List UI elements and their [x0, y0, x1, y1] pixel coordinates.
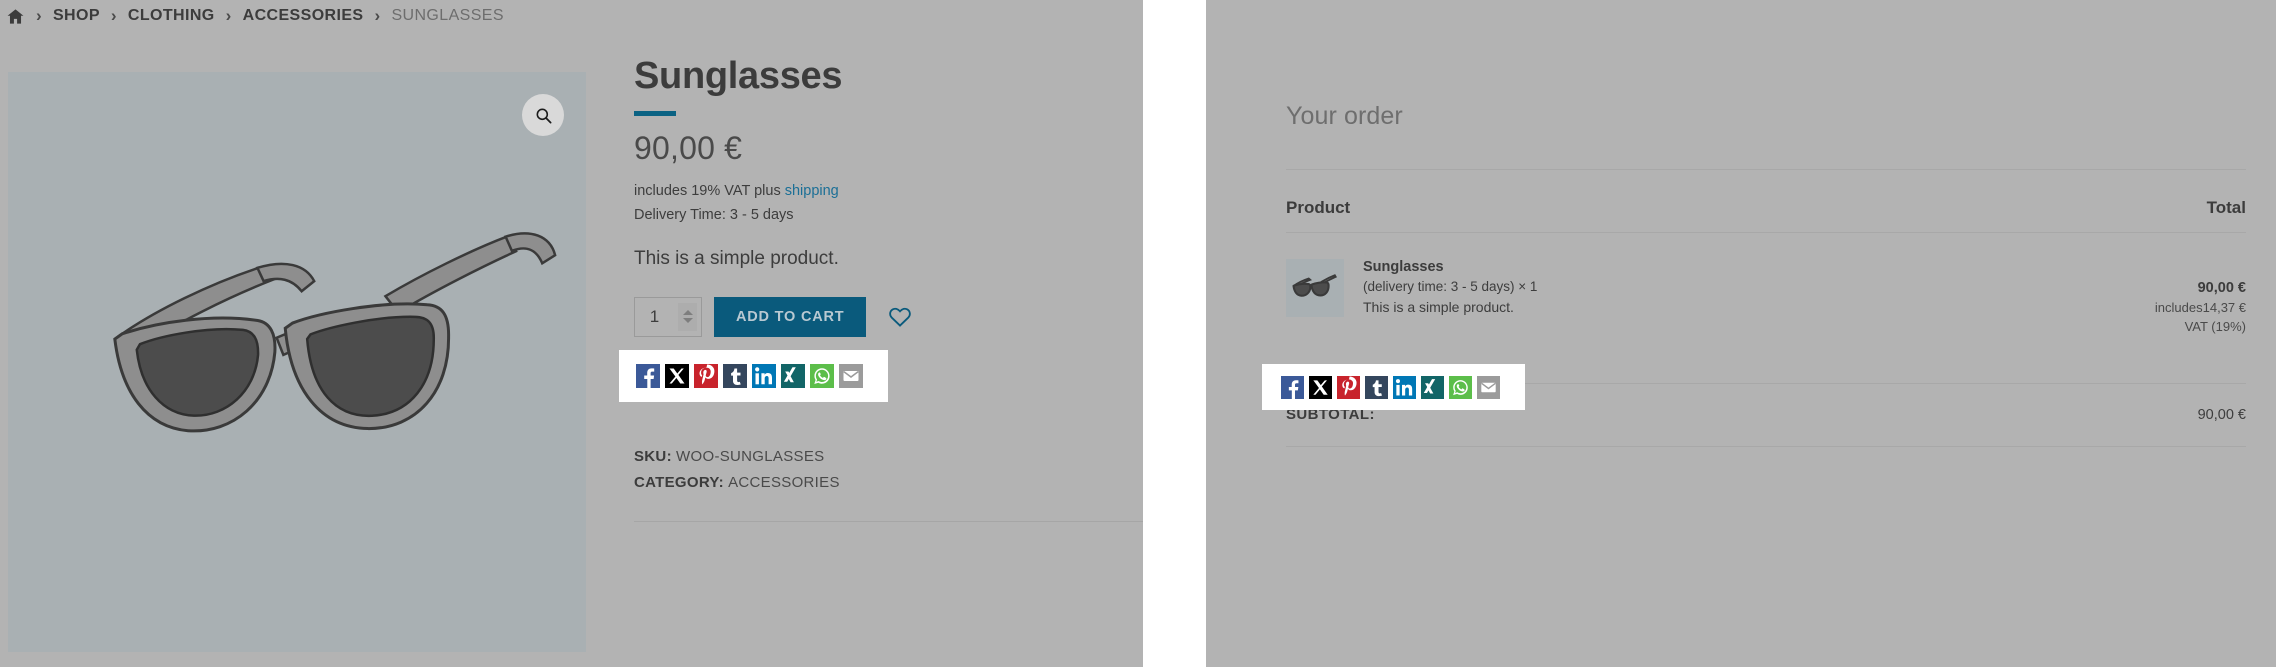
x-twitter-share-icon[interactable] [1309, 375, 1332, 399]
tumblr-share-icon[interactable] [723, 364, 747, 388]
cart-controls: 1 ADD TO CART [634, 296, 1134, 337]
breadcrumb-separator: › [110, 6, 117, 25]
title-underline [634, 110, 676, 116]
product-price: 90,00 € [634, 129, 743, 166]
email-share-icon[interactable] [839, 364, 863, 388]
order-item-price: 90,00 € includes14,37 € VAT (19%) [2155, 259, 2246, 337]
meta-divider [634, 521, 1143, 522]
column-header-total: Total [2206, 198, 2246, 217]
whatsapp-share-icon[interactable] [810, 364, 834, 388]
subtotal-value: 90,00 € [2197, 406, 2246, 423]
tax-note-text: includes 19% VAT plus [634, 182, 785, 199]
sunglasses-thumbnail [1286, 259, 1344, 317]
quantity-spinner-icon[interactable] [678, 302, 697, 331]
product-summary: Sunglasses 90,00 € includes 19% VAT plus… [634, 55, 1134, 337]
order-item-text: Sunglasses (delivery time: 3 - 5 days) ×… [1363, 259, 1537, 317]
order-heading: Your order [1286, 102, 1403, 130]
whatsapp-share-icon[interactable] [1449, 375, 1472, 399]
order-item-total: 90,00 € [2197, 280, 2246, 296]
order-table-header: Product Total [1286, 170, 2246, 232]
quantity-stepper[interactable]: 1 [634, 296, 702, 337]
sunglasses-illustration [8, 72, 586, 652]
screenshot-root: › SHOP › CLOTHING › ACCESSORIES › SUNGLA… [0, 0, 2276, 667]
sku-label: SKU: [634, 448, 672, 465]
quantity-value[interactable]: 1 [635, 307, 678, 327]
order-item-vat-line1: includes14,37 € [2154, 300, 2246, 315]
category-label: CATEGORY: [634, 473, 724, 491]
order-item-variant: (delivery time: 3 - 5 days) × 1 [1363, 279, 1538, 294]
linkedin-share-icon[interactable] [752, 364, 776, 388]
breadcrumb-item-clothing[interactable]: CLOTHING [128, 7, 215, 25]
pinterest-share-icon[interactable] [694, 364, 718, 388]
page-title: Sunglasses [634, 55, 843, 97]
heart-icon[interactable] [888, 306, 912, 328]
facebook-share-icon[interactable] [636, 364, 660, 388]
breadcrumb-separator: › [36, 6, 42, 25]
share-buttons-checkout [1262, 364, 1525, 410]
xing-share-icon[interactable] [781, 364, 805, 388]
add-to-cart-button[interactable]: ADD TO CART [714, 296, 867, 337]
order-item-description: This is a simple product. [1363, 299, 1514, 315]
share-buttons-product [619, 350, 888, 402]
breadcrumb-item-accessories[interactable]: ACCESSORIES [243, 7, 364, 25]
category-row: CATEGORY: ACCESSORIES [634, 470, 840, 496]
xing-share-icon[interactable] [1421, 375, 1444, 399]
product-page-panel: › SHOP › CLOTHING › ACCESSORIES › SUNGLA… [0, 0, 1143, 667]
order-item-vat: includes14,37 € VAT (19%) [2155, 299, 2246, 337]
sku-value: WOO-SUNGLASSES [676, 448, 825, 465]
tax-note: includes 19% VAT plus shipping [634, 182, 1134, 202]
shipping-link[interactable]: shipping [785, 183, 839, 199]
breadcrumb-item-current: SUNGLASSES [391, 7, 504, 24]
product-meta: SKU: WOO-SUNGLASSES CATEGORY: ACCESSORIE… [634, 444, 840, 495]
short-description: This is a simple product. [634, 247, 839, 269]
facebook-share-icon[interactable] [1281, 375, 1304, 399]
panel-gutter [1143, 0, 1206, 667]
delivery-time: Delivery Time: 3 - 5 days [634, 207, 794, 224]
order-divider-bottom [1286, 445, 2246, 447]
magnifier-icon[interactable] [522, 94, 564, 136]
tumblr-share-icon[interactable] [1365, 375, 1388, 399]
breadcrumb-separator: › [225, 6, 232, 25]
product-image[interactable] [8, 72, 586, 652]
order-item-info: Sunglasses (delivery time: 3 - 5 days) ×… [1286, 259, 1537, 317]
linkedin-share-icon[interactable] [1393, 375, 1416, 399]
category-value[interactable]: ACCESSORIES [728, 474, 840, 491]
order-item-vat-line2: VAT (19%) [2184, 318, 2246, 334]
order-item-name: Sunglasses [1363, 259, 1444, 275]
sku-row: SKU: WOO-SUNGLASSES [634, 444, 840, 470]
checkout-order-panel: Your order Product Total Sunglasses (del… [1206, 0, 2276, 667]
column-header-product: Product [1286, 198, 1351, 217]
home-icon[interactable] [6, 7, 25, 26]
breadcrumb-separator: › [374, 6, 381, 25]
breadcrumb: › SHOP › CLOTHING › ACCESSORIES › SUNGLA… [6, 6, 504, 26]
email-share-icon[interactable] [1477, 375, 1500, 399]
x-twitter-share-icon[interactable] [665, 364, 689, 388]
pinterest-share-icon[interactable] [1337, 375, 1360, 399]
order-line-item: Sunglasses (delivery time: 3 - 5 days) ×… [1286, 233, 2246, 337]
breadcrumb-item-shop[interactable]: SHOP [53, 7, 100, 25]
